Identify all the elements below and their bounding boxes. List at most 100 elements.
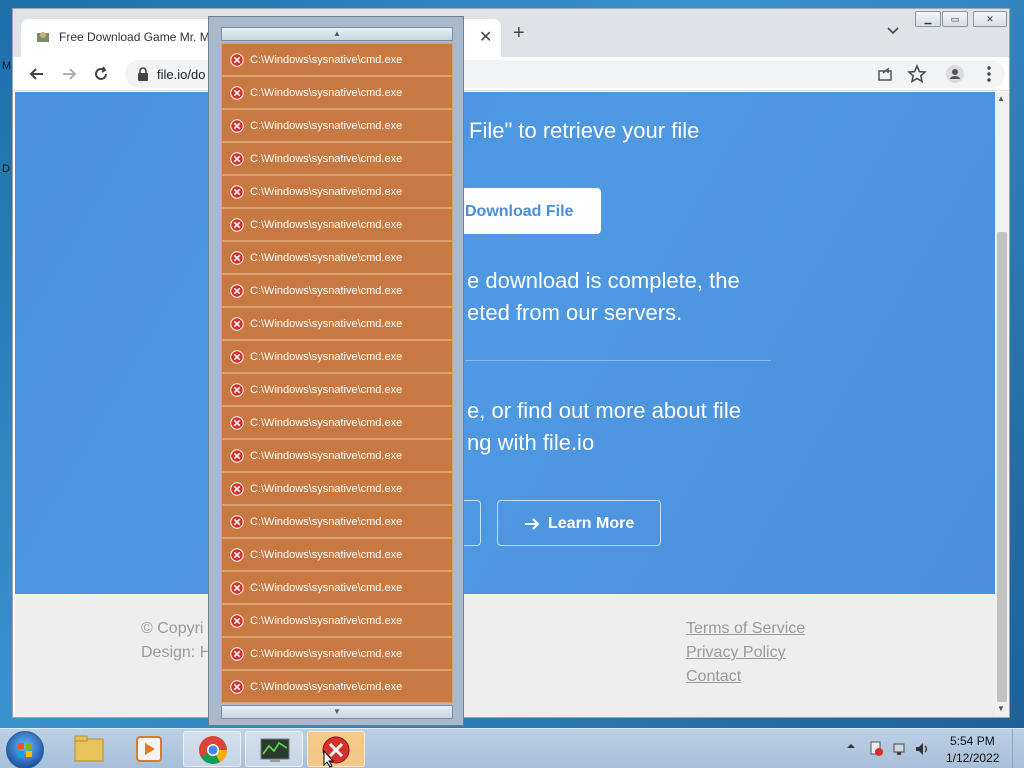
menu-kebab-icon[interactable] bbox=[979, 64, 999, 84]
terms-of-service-link[interactable]: Terms of Service bbox=[686, 620, 805, 638]
error-list-item[interactable]: C:\Windows\sysnative\cmd.exe bbox=[221, 505, 453, 538]
error-x-icon bbox=[230, 284, 244, 298]
volume-icon[interactable] bbox=[914, 741, 930, 757]
show-desktop-button[interactable] bbox=[1012, 729, 1024, 768]
error-list-item[interactable]: C:\Windows\sysnative\cmd.exe bbox=[221, 604, 453, 637]
error-x-icon bbox=[230, 614, 244, 628]
error-item-path: C:\Windows\sysnative\cmd.exe bbox=[250, 450, 403, 462]
error-x-icon bbox=[230, 482, 244, 496]
error-list-item[interactable]: C:\Windows\sysnative\cmd.exe bbox=[221, 175, 453, 208]
taskbar: 5:54 PM 1/12/2022 bbox=[0, 728, 1024, 768]
desktop-label-d: D bbox=[2, 163, 10, 175]
bookmark-star-icon[interactable] bbox=[907, 64, 927, 84]
error-list-item[interactable]: C:\Windows\sysnative\cmd.exe bbox=[221, 307, 453, 340]
error-list-item[interactable]: C:\Windows\sysnative\cmd.exe bbox=[221, 406, 453, 439]
error-item-path: C:\Windows\sysnative\cmd.exe bbox=[250, 87, 403, 99]
taskbar-media-player-button[interactable] bbox=[120, 731, 178, 767]
forward-arrow-icon[interactable] bbox=[59, 64, 79, 84]
error-x-icon bbox=[230, 647, 244, 661]
web-page: File" to retrieve your file Download Fil… bbox=[13, 92, 995, 717]
error-x-icon bbox=[230, 680, 244, 694]
error-list-item[interactable]: C:\Windows\sysnative\cmd.exe bbox=[221, 340, 453, 373]
error-list-item[interactable]: C:\Windows\sysnative\cmd.exe bbox=[221, 76, 453, 109]
error-x-icon bbox=[230, 218, 244, 232]
error-item-path: C:\Windows\sysnative\cmd.exe bbox=[250, 648, 403, 660]
error-list-item[interactable]: C:\Windows\sysnative\cmd.exe bbox=[221, 472, 453, 505]
contact-link[interactable]: Contact bbox=[686, 668, 741, 686]
error-x-icon bbox=[230, 152, 244, 166]
error-x-icon bbox=[230, 416, 244, 430]
arrow-right-icon bbox=[525, 518, 540, 530]
scroll-up-icon[interactable]: ▲ bbox=[997, 94, 1005, 103]
popup-scroll-up-button[interactable]: ▲ bbox=[221, 27, 453, 41]
error-x-icon bbox=[230, 383, 244, 397]
error-item-path: C:\Windows\sysnative\cmd.exe bbox=[250, 582, 403, 594]
mouse-cursor-icon bbox=[323, 750, 335, 768]
maximize-button[interactable]: ▭ bbox=[942, 11, 968, 27]
taskbar-chrome-button[interactable] bbox=[183, 731, 241, 767]
profile-avatar-icon[interactable] bbox=[945, 64, 965, 84]
network-icon[interactable] bbox=[892, 741, 908, 757]
action-center-warning-icon[interactable] bbox=[868, 741, 884, 757]
windows-logo-icon bbox=[18, 743, 32, 757]
share-icon[interactable] bbox=[875, 64, 895, 84]
page-scrollbar[interactable]: ▲ ▼ bbox=[995, 92, 1009, 717]
browser-window: Free Download Game Mr. M ✕ + ▁ ▭ ✕ file.… bbox=[12, 8, 1010, 718]
taskbar-error-button[interactable] bbox=[307, 731, 365, 767]
error-x-icon bbox=[230, 251, 244, 265]
error-list-item[interactable]: C:\Windows\sysnative\cmd.exe bbox=[221, 241, 453, 274]
taskbar-task-manager-button[interactable] bbox=[245, 731, 303, 767]
privacy-policy-link[interactable]: Privacy Policy bbox=[686, 644, 786, 662]
lock-icon bbox=[138, 67, 148, 81]
new-tab-icon[interactable]: + bbox=[513, 23, 525, 43]
hero-notice-line2: eted from our servers. bbox=[467, 300, 683, 325]
error-list-popup: ▲ C:\Windows\sysnative\cmd.exe C:\Windows… bbox=[208, 16, 464, 726]
close-window-button[interactable]: ✕ bbox=[973, 11, 1007, 27]
hero-more-line1: e, or find out more about file bbox=[467, 398, 741, 423]
taskbar-explorer-button[interactable] bbox=[60, 731, 118, 767]
error-list-item[interactable]: C:\Windows\sysnative\cmd.exe bbox=[221, 373, 453, 406]
error-item-path: C:\Windows\sysnative\cmd.exe bbox=[250, 483, 403, 495]
error-list-item[interactable]: C:\Windows\sysnative\cmd.exe bbox=[221, 439, 453, 472]
error-item-path: C:\Windows\sysnative\cmd.exe bbox=[250, 186, 403, 198]
game-favicon-icon bbox=[37, 32, 49, 42]
error-list-item[interactable]: C:\Windows\sysnative\cmd.exe bbox=[221, 274, 453, 307]
tab-search-chevron-icon[interactable] bbox=[887, 27, 899, 35]
start-button[interactable] bbox=[6, 731, 44, 768]
error-item-path: C:\Windows\sysnative\cmd.exe bbox=[250, 384, 403, 396]
error-list-item[interactable]: C:\Windows\sysnative\cmd.exe bbox=[221, 208, 453, 241]
folder-icon bbox=[74, 735, 104, 762]
tray-expand-chevron-icon[interactable] bbox=[846, 741, 856, 751]
hero-notice-line1: e download is complete, the bbox=[467, 268, 740, 293]
download-file-button[interactable]: Download File bbox=[453, 188, 601, 234]
popup-scroll-down-button[interactable]: ▼ bbox=[221, 705, 453, 719]
error-item-path: C:\Windows\sysnative\cmd.exe bbox=[250, 252, 403, 264]
clock-time[interactable]: 5:54 PM bbox=[950, 734, 995, 748]
error-list-item[interactable]: C:\Windows\sysnative\cmd.exe bbox=[221, 637, 453, 670]
error-list-item[interactable]: C:\Windows\sysnative\cmd.exe bbox=[221, 43, 453, 76]
error-list-item[interactable]: C:\Windows\sysnative\cmd.exe bbox=[221, 142, 453, 175]
chrome-icon bbox=[199, 736, 227, 764]
error-item-path: C:\Windows\sysnative\cmd.exe bbox=[250, 351, 403, 363]
error-item-path: C:\Windows\sysnative\cmd.exe bbox=[250, 681, 403, 693]
error-x-icon bbox=[230, 86, 244, 100]
error-list-item[interactable]: C:\Windows\sysnative\cmd.exe bbox=[221, 571, 453, 604]
reload-icon[interactable] bbox=[91, 64, 111, 84]
scroll-down-icon[interactable]: ▼ bbox=[997, 704, 1005, 713]
tab-close-icon[interactable]: ✕ bbox=[479, 27, 492, 47]
error-item-path: C:\Windows\sysnative\cmd.exe bbox=[250, 549, 403, 561]
url-text: file.io/do bbox=[157, 67, 206, 82]
hero-divider bbox=[465, 360, 771, 361]
error-list-item[interactable]: C:\Windows\sysnative\cmd.exe bbox=[221, 670, 453, 703]
error-list-item[interactable]: C:\Windows\sysnative\cmd.exe bbox=[221, 109, 453, 142]
learn-more-button[interactable]: Learn More bbox=[497, 500, 661, 546]
error-x-icon bbox=[230, 515, 244, 529]
back-arrow-icon[interactable] bbox=[27, 64, 47, 84]
error-list-item[interactable]: C:\Windows\sysnative\cmd.exe bbox=[221, 538, 453, 571]
minimize-button[interactable]: ▁ bbox=[915, 11, 941, 27]
error-item-path: C:\Windows\sysnative\cmd.exe bbox=[250, 417, 403, 429]
scrollbar-thumb[interactable] bbox=[997, 232, 1007, 702]
error-x-icon bbox=[230, 350, 244, 364]
error-item-path: C:\Windows\sysnative\cmd.exe bbox=[250, 615, 403, 627]
clock-date[interactable]: 1/12/2022 bbox=[946, 751, 999, 765]
